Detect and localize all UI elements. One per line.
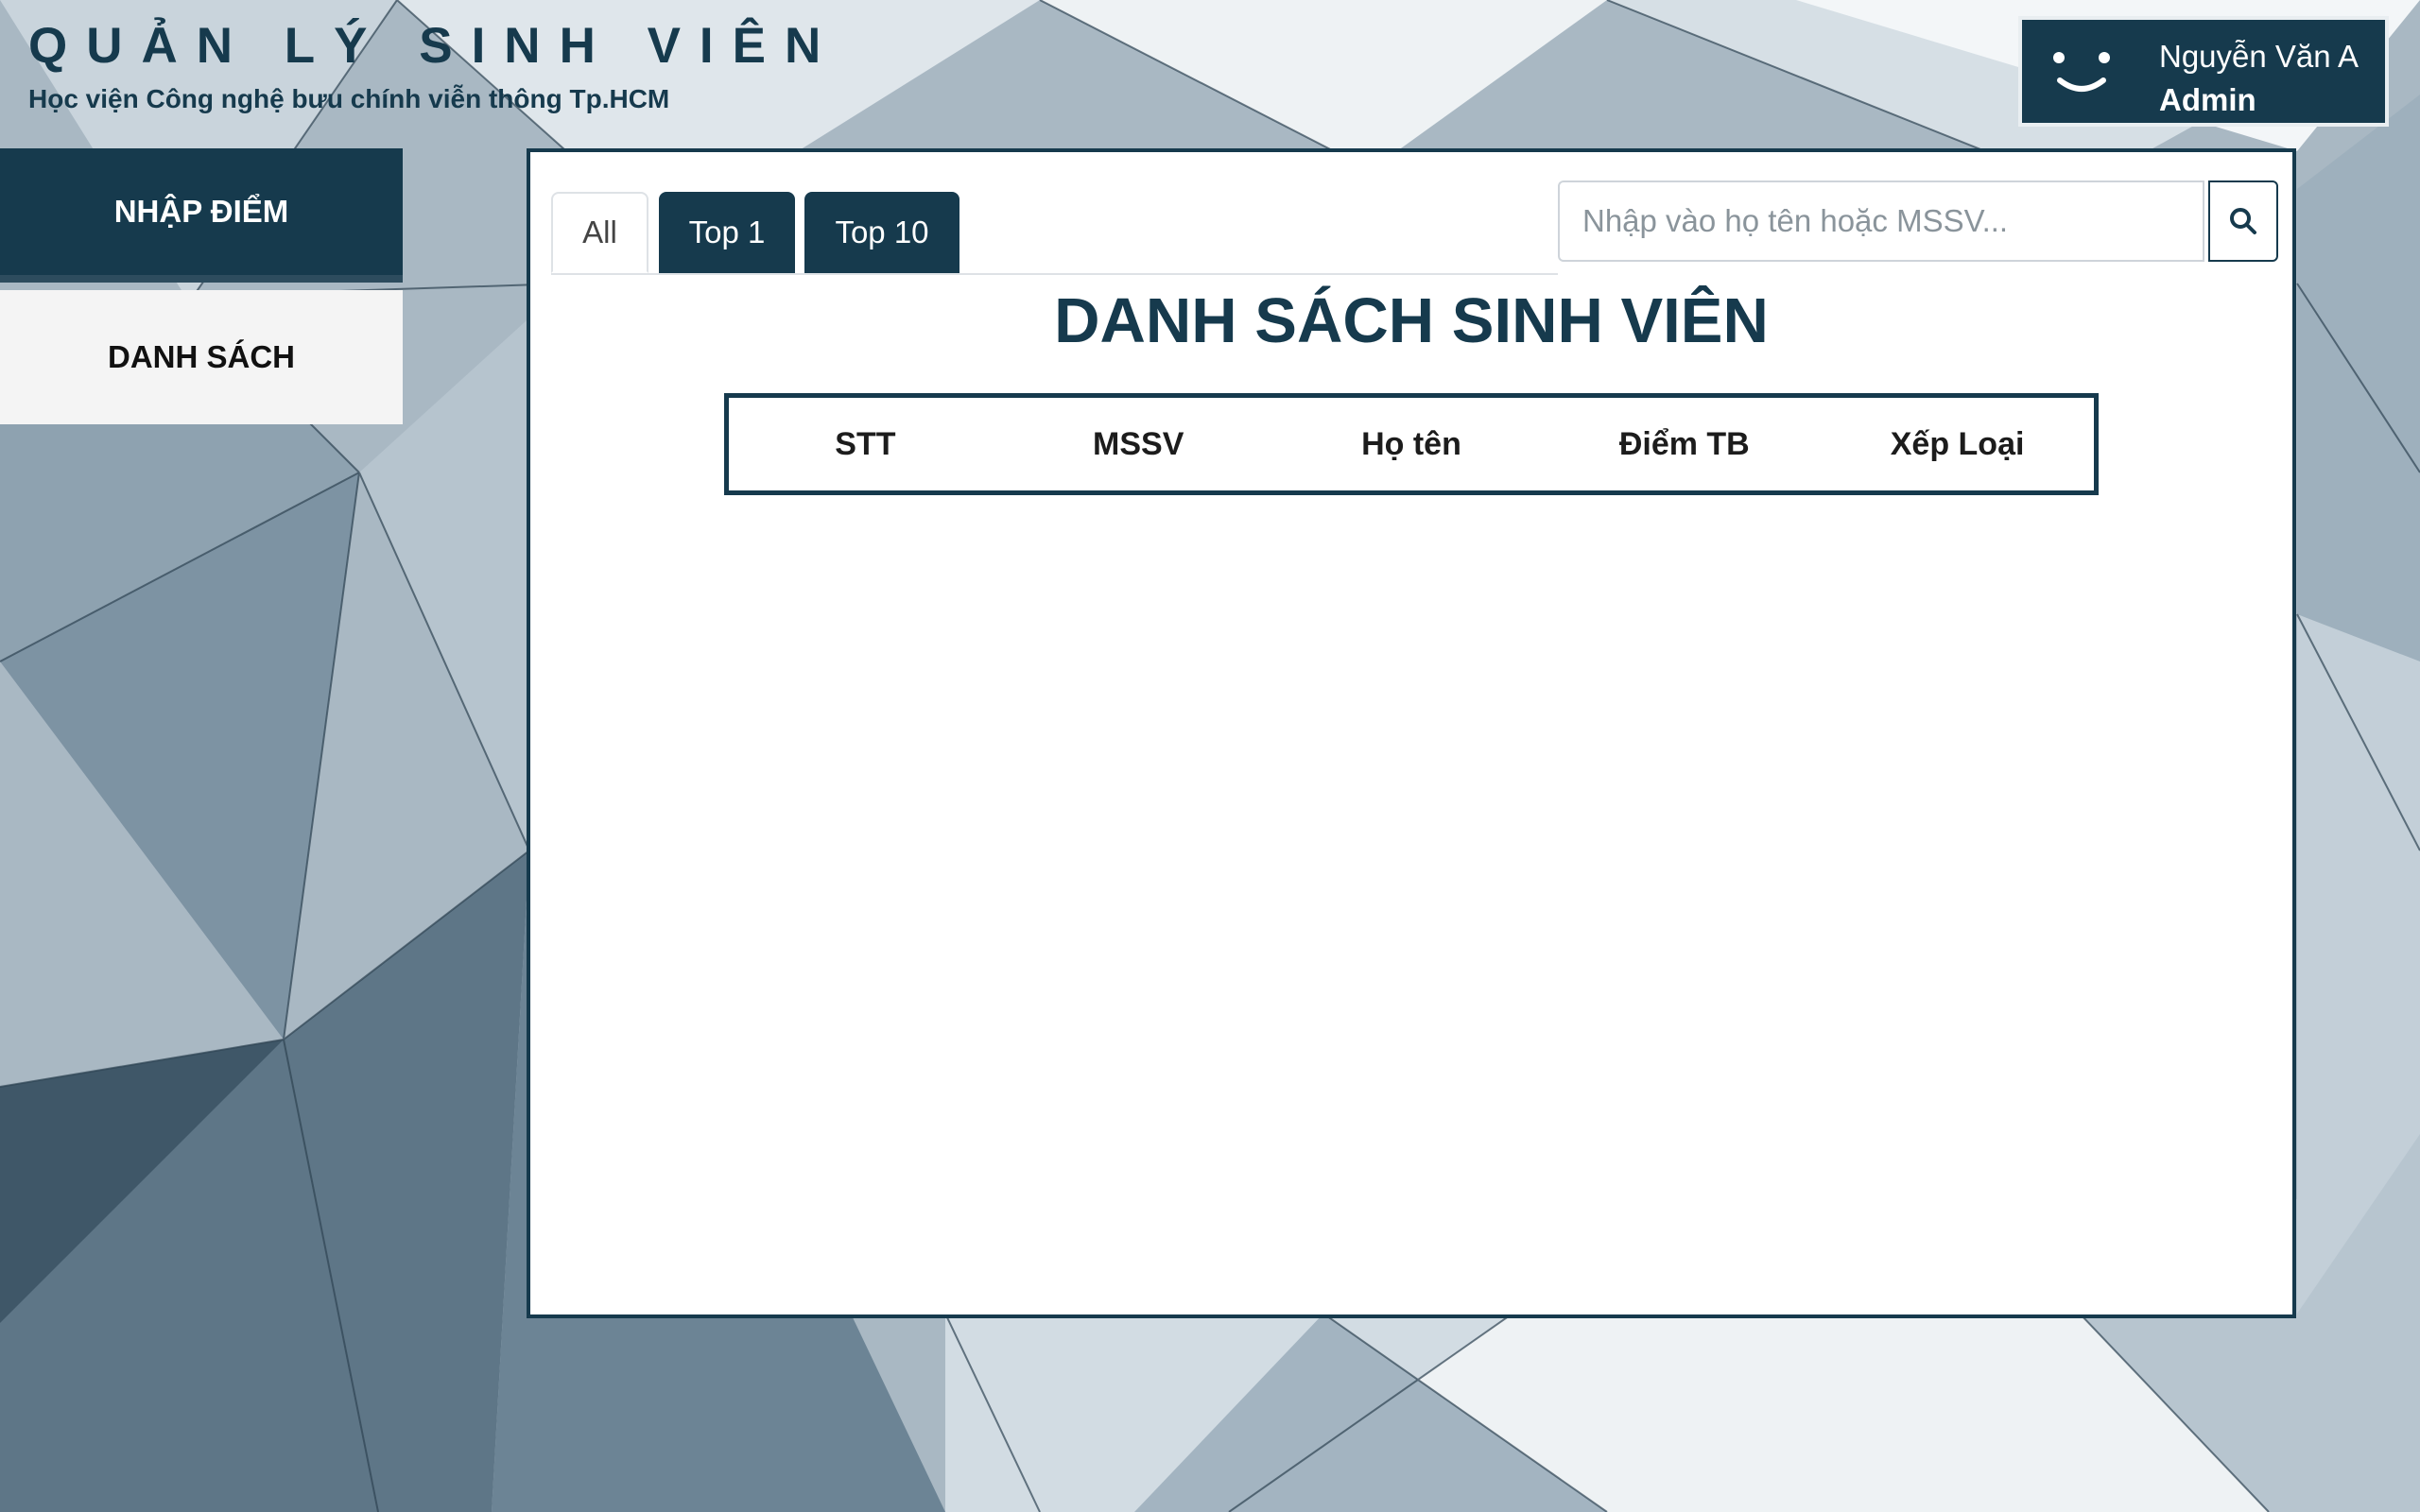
column-header-stt[interactable]: STT [729, 426, 1002, 463]
smiley-icon [2053, 52, 2110, 92]
app-subtitle: Học viện Công nghệ bưu chính viễn thông … [28, 84, 670, 113]
sidebar-item-nhap-diem[interactable]: NHẬP ĐIỂM [0, 148, 403, 283]
user-profile[interactable]: Nguyễn Văn A Admin [2018, 16, 2389, 127]
tab-all[interactable]: All [551, 192, 648, 273]
search-input[interactable] [1558, 180, 2204, 262]
column-header-diem-tb[interactable]: Điểm TB [1547, 426, 1821, 463]
tab-bar: All Top 1 Top 10 [551, 192, 1558, 275]
search-bar [1558, 180, 2278, 262]
user-name: Nguyễn Văn A [2159, 39, 2359, 74]
main-panel: All Top 1 Top 10 DANH SÁCH SINH VIÊN STT… [527, 148, 2296, 1318]
sidebar: NHẬP ĐIỂM DANH SÁCH [0, 148, 403, 424]
column-header-xep-loai[interactable]: Xếp Loại [1821, 426, 2094, 463]
student-table: STT MSSV Họ tên Điểm TB Xếp Loại [724, 393, 2099, 495]
user-role: Admin [2159, 82, 2256, 117]
app-title: QUẢN LÝ SINH VIÊN [28, 18, 840, 74]
search-icon [2230, 208, 2256, 234]
column-header-ho-ten[interactable]: Họ tên [1275, 426, 1548, 463]
search-button[interactable] [2208, 180, 2278, 262]
tab-top-1[interactable]: Top 1 [659, 192, 795, 273]
page-title: DANH SÁCH SINH VIÊN [1054, 285, 1769, 356]
column-header-mssv[interactable]: MSSV [1002, 426, 1275, 463]
tab-top-10[interactable]: Top 10 [804, 192, 959, 273]
sidebar-item-danh-sach[interactable]: DANH SÁCH [0, 290, 403, 424]
